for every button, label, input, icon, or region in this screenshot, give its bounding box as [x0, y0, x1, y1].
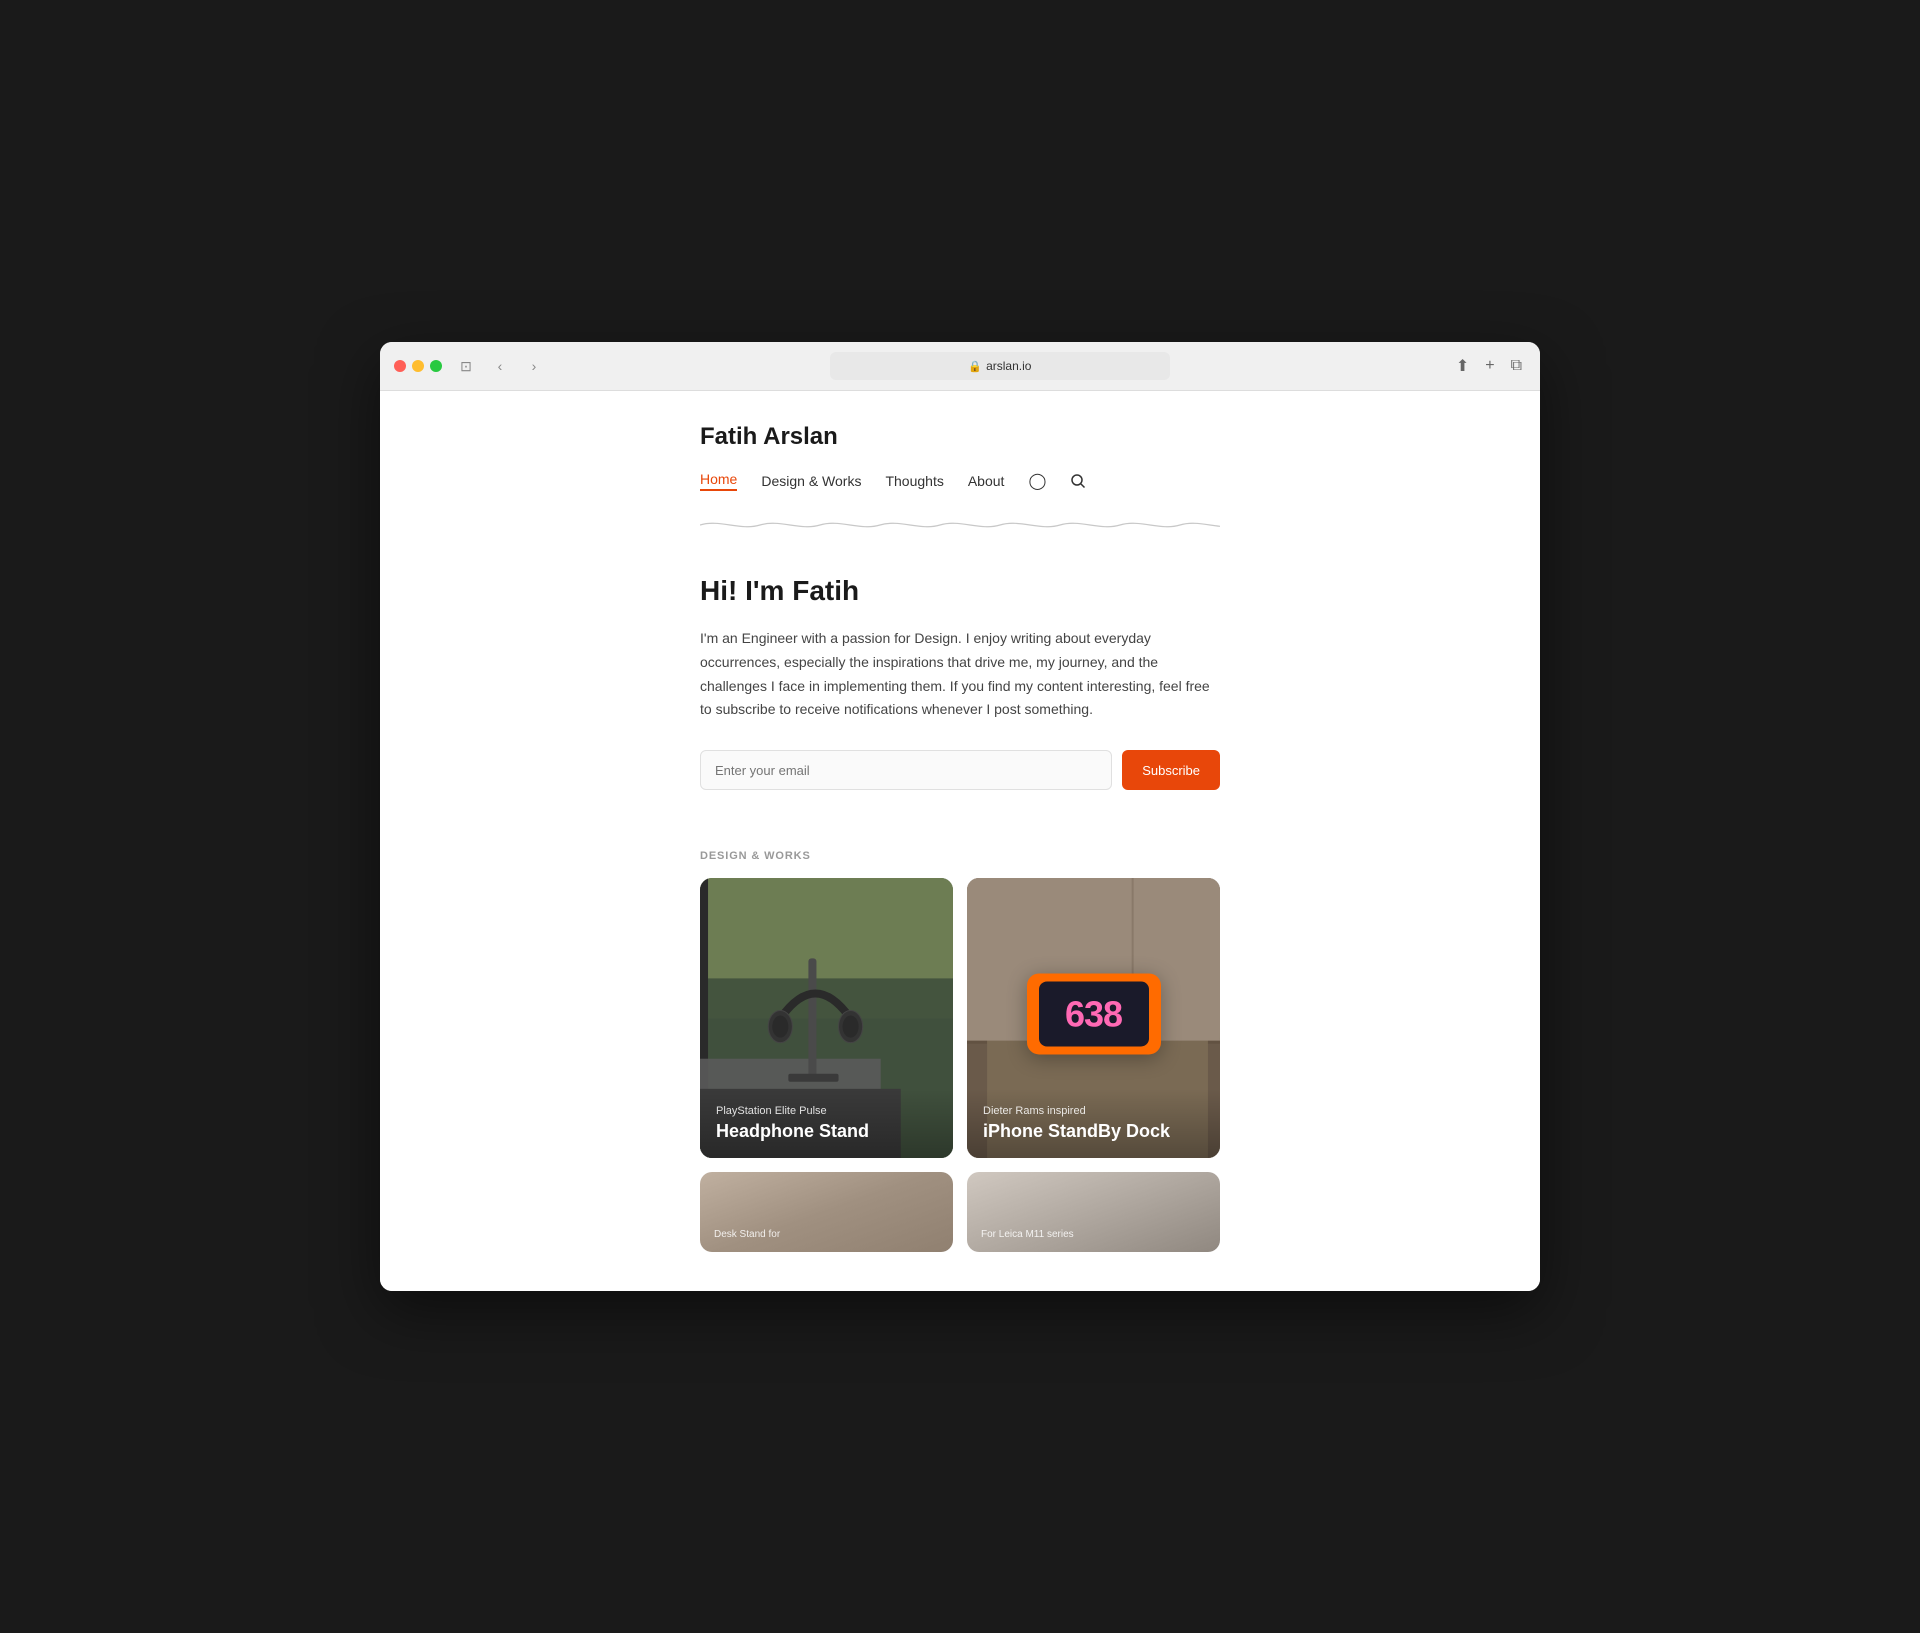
forward-button[interactable]: ›: [520, 356, 548, 376]
card-partial-subtitle-desk: Desk Stand for: [714, 1229, 939, 1240]
minimize-button[interactable]: [412, 360, 424, 372]
tabs-button[interactable]: ⧉: [1507, 355, 1526, 377]
cards-grid: PlayStation Elite Pulse Headphone Stand: [700, 878, 1220, 1158]
card-partial-overlay-desk: Desk Stand for: [700, 1219, 953, 1252]
iphone-clock-device: 638: [1027, 974, 1161, 1055]
card-overlay-iphone: Dieter Rams inspired iPhone StandBy Dock: [967, 1089, 1220, 1159]
browser-chrome: ⊡ ‹ › 🔒 arslan.io ⬆ + ⧉: [380, 342, 1540, 391]
card-title-iphone: iPhone StandBy Dock: [983, 1121, 1204, 1143]
sidebar-toggle-button[interactable]: ⊡: [452, 356, 480, 376]
greeting-heading: Hi! I'm Fatih: [700, 575, 1220, 607]
browser-nav-controls: ⊡ ‹ ›: [452, 356, 548, 376]
card-subtitle-headphone: PlayStation Elite Pulse: [716, 1105, 937, 1117]
subscribe-button[interactable]: Subscribe: [1122, 750, 1220, 790]
section-label-design-works: DESIGN & WORKS: [700, 850, 1220, 862]
site-header: Fatih Arslan Home Design & Works Thought…: [700, 391, 1220, 491]
card-partial-subtitle-leica: For Leica M11 series: [981, 1229, 1206, 1240]
clock-time-display: 638: [1065, 993, 1122, 1035]
maximize-button[interactable]: [430, 360, 442, 372]
url-text: arslan.io: [986, 359, 1031, 373]
card-leica[interactable]: For Leica M11 series: [967, 1172, 1220, 1252]
lock-icon: 🔒: [968, 360, 982, 373]
card-partial-overlay-leica: For Leica M11 series: [967, 1219, 1220, 1252]
share-button[interactable]: ⬆: [1452, 354, 1473, 378]
new-tab-button[interactable]: +: [1481, 355, 1498, 377]
theme-toggle-icon[interactable]: ◯: [1028, 471, 1046, 491]
bio-text: I'm an Engineer with a passion for Desig…: [700, 627, 1220, 722]
nav-design-works[interactable]: Design & Works: [761, 473, 861, 489]
main-nav: Home Design & Works Thoughts About ◯: [700, 471, 1220, 491]
search-icon[interactable]: [1070, 473, 1086, 489]
nav-thoughts[interactable]: Thoughts: [885, 473, 943, 489]
address-bar-container: 🔒 arslan.io: [558, 352, 1442, 380]
card-subtitle-iphone: Dieter Rams inspired: [983, 1105, 1204, 1117]
site-title: Fatih Arslan: [700, 423, 1220, 451]
subscribe-row: Subscribe: [700, 750, 1220, 790]
main-content: Hi! I'm Fatih I'm an Engineer with a pas…: [700, 535, 1220, 830]
browser-window: ⊡ ‹ › 🔒 arslan.io ⬆ + ⧉ Fatih Arslan Hom…: [380, 342, 1540, 1291]
card-overlay-headphone: PlayStation Elite Pulse Headphone Stand: [700, 1089, 953, 1159]
traffic-lights: [394, 360, 442, 372]
wavy-divider: [700, 515, 1220, 535]
address-bar[interactable]: 🔒 arslan.io: [830, 352, 1170, 380]
close-button[interactable]: [394, 360, 406, 372]
email-input[interactable]: [700, 750, 1112, 790]
nav-home[interactable]: Home: [700, 471, 737, 491]
back-button[interactable]: ‹: [486, 356, 514, 376]
card-desk-stand[interactable]: Desk Stand for: [700, 1172, 953, 1252]
card-iphone-dock[interactable]: 638 Dieter Rams inspired iPhone StandBy …: [967, 878, 1220, 1158]
cards-grid-bottom: Desk Stand for For Leica M11 series: [700, 1172, 1220, 1252]
nav-about[interactable]: About: [968, 473, 1005, 489]
card-title-headphone: Headphone Stand: [716, 1121, 937, 1143]
browser-actions: ⬆ + ⧉: [1452, 354, 1526, 378]
page-content: Fatih Arslan Home Design & Works Thought…: [380, 391, 1540, 1291]
card-headphone-stand[interactable]: PlayStation Elite Pulse Headphone Stand: [700, 878, 953, 1158]
